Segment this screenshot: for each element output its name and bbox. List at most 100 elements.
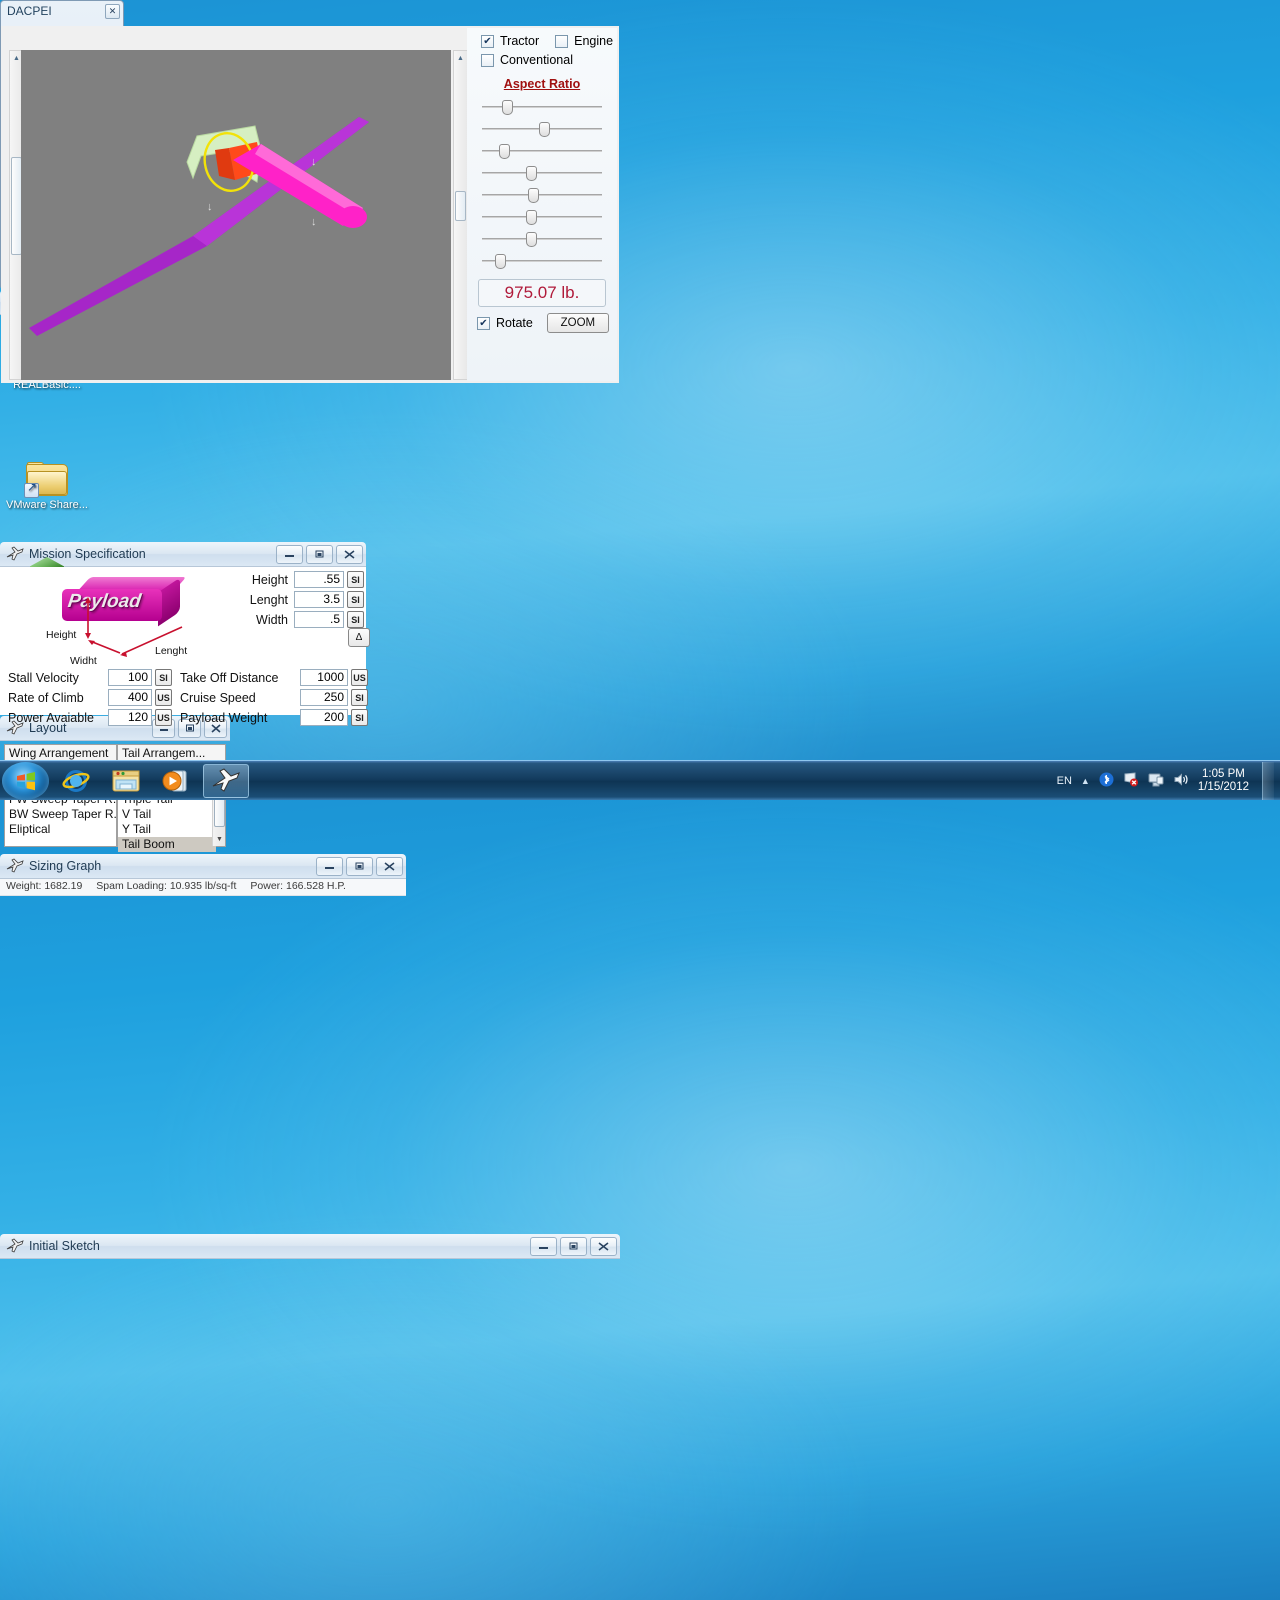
mission-body: Payload Height Widht Lenght Δ Height .55…: [0, 567, 366, 715]
cruise-speed-input[interactable]: 250: [300, 689, 348, 706]
list-item[interactable]: Tail Boom: [118, 837, 216, 852]
clock-time: 1:05 PM: [1198, 768, 1249, 781]
sizing-window-buttons: [316, 857, 403, 876]
maximize-icon[interactable]: [306, 545, 333, 564]
aspect-ratio-label: Aspect Ratio: [467, 77, 617, 91]
aspect-ratio-slider-7[interactable]: [482, 231, 602, 247]
slider-thumb[interactable]: [526, 210, 537, 225]
slider-thumb[interactable]: [539, 122, 550, 137]
dacpei-titlebar[interactable]: DACPEI ✕: [1, 1, 123, 21]
list-item[interactable]: BW Sweep Taper R...: [5, 807, 116, 822]
aspect-ratio-slider-1[interactable]: [482, 99, 602, 115]
sketch-options-panel: ✔ Tractor Engine Conventional Aspect Rat…: [467, 28, 617, 381]
taskbar-internet-explorer-icon[interactable]: [53, 764, 99, 798]
sizing-power-info: Power: 166.528 H.P.: [250, 880, 346, 895]
tray-chevron-up-icon[interactable]: ▲: [1081, 776, 1090, 786]
conventional-checkbox[interactable]: [481, 54, 494, 67]
sketch-right-scrollbar[interactable]: ▲: [453, 50, 468, 380]
slider-track: [482, 194, 602, 196]
slider-thumb[interactable]: [502, 100, 513, 115]
slider-thumb[interactable]: [526, 232, 537, 247]
maximize-icon[interactable]: [346, 857, 373, 876]
stall-velocity-input[interactable]: 100: [108, 669, 152, 686]
aspect-ratio-slider-4[interactable]: [482, 165, 602, 181]
close-icon[interactable]: ✕: [105, 4, 120, 19]
sizing-info-bar: Weight: 1682.19 Spam Loading: 10.935 lb/…: [0, 879, 406, 896]
sizing-titlebar[interactable]: Sizing Graph: [0, 854, 406, 879]
close-icon[interactable]: [376, 857, 403, 876]
mission-window-buttons: [276, 545, 363, 564]
rotate-checkbox[interactable]: ✔: [477, 317, 490, 330]
aspect-ratio-slider-6[interactable]: [482, 209, 602, 225]
height-unit-toggle[interactable]: SI: [347, 571, 364, 588]
show-desktop-button[interactable]: [1262, 762, 1274, 800]
zoom-button[interactable]: ZOOM: [547, 313, 609, 333]
mission-specification-window[interactable]: Mission Specification Payload Height Wid…: [0, 542, 366, 716]
slider-thumb[interactable]: [526, 166, 537, 181]
length-unit-toggle[interactable]: SI: [347, 591, 364, 608]
minimize-icon[interactable]: [530, 1237, 557, 1256]
minimize-icon[interactable]: [316, 857, 343, 876]
start-orb-icon[interactable]: [2, 762, 49, 800]
payload-length-label: Lenght: [155, 645, 187, 657]
desktop-icon-vmware-share[interactable]: VMware Share...: [4, 450, 90, 511]
sizing-title: Sizing Graph: [29, 859, 316, 873]
scroll-down-icon[interactable]: ▼: [213, 833, 226, 846]
slider-thumb[interactable]: [495, 254, 506, 269]
rate-of-climb-unit-toggle[interactable]: US: [155, 689, 172, 706]
dacpei-title: DACPEI: [7, 4, 105, 18]
taskbar: EN ▲ 1:0: [0, 760, 1280, 800]
minimize-icon[interactable]: [276, 545, 303, 564]
height-input[interactable]: .55: [294, 571, 344, 588]
bluetooth-icon[interactable]: [1099, 772, 1114, 790]
width-label: Width: [222, 613, 288, 627]
sizing-graph-window[interactable]: Sizing Graph Weight: 1682.19 Spam Loadin…: [0, 854, 406, 1234]
close-icon[interactable]: [336, 545, 363, 564]
aspect-ratio-slider-2[interactable]: [482, 121, 602, 137]
taskbar-dacpei-app-icon[interactable]: [203, 764, 249, 798]
aspect-ratio-slider-3[interactable]: [482, 143, 602, 159]
cruise-speed-unit-toggle[interactable]: SI: [351, 689, 368, 706]
tractor-checkbox[interactable]: ✔: [481, 35, 494, 48]
takeoff-distance-unit-toggle[interactable]: US: [351, 669, 368, 686]
stall-velocity-unit-toggle[interactable]: SI: [155, 669, 172, 686]
payload-width-label: Widht: [70, 655, 97, 667]
list-item[interactable]: Y Tail: [118, 822, 216, 837]
list-item[interactable]: V Tail: [118, 807, 216, 822]
tray-language[interactable]: EN: [1057, 775, 1072, 787]
power-available-input[interactable]: 120: [108, 709, 152, 726]
power-available-unit-toggle[interactable]: US: [155, 709, 172, 726]
rate-of-climb-input[interactable]: 400: [108, 689, 152, 706]
sketch-3d-viewport[interactable]: ↓ ↓ ↓: [21, 50, 451, 380]
rate-of-climb-label: Rate of Climb: [8, 691, 108, 705]
payload-weight-input[interactable]: 200: [300, 709, 348, 726]
payload-weight-unit-toggle[interactable]: SI: [351, 709, 368, 726]
network-error-icon[interactable]: [1123, 772, 1139, 790]
maximize-icon[interactable]: [560, 1237, 587, 1256]
width-input[interactable]: .5: [294, 611, 344, 628]
volume-icon[interactable]: [1173, 772, 1189, 790]
aspect-ratio-slider-8[interactable]: [482, 253, 602, 269]
length-input[interactable]: 3.5: [294, 591, 344, 608]
rotate-label: Rotate: [496, 316, 533, 330]
engine-checkbox[interactable]: [555, 35, 568, 48]
slider-thumb[interactable]: [528, 188, 539, 203]
taskbar-clock[interactable]: 1:05 PM 1/15/2012: [1198, 768, 1249, 794]
initial-sketch-window[interactable]: Initial Sketch ▲: [0, 1234, 620, 1600]
taskbar-file-explorer-icon[interactable]: [103, 764, 149, 798]
takeoff-distance-input[interactable]: 1000: [300, 669, 348, 686]
scrollbar-thumb[interactable]: [214, 796, 225, 827]
conventional-label: Conventional: [500, 53, 573, 67]
sketch-titlebar[interactable]: Initial Sketch: [0, 1234, 620, 1259]
scrollbar-thumb[interactable]: [455, 191, 466, 221]
slider-track: [482, 238, 602, 240]
slider-thumb[interactable]: [499, 144, 510, 159]
display-icon[interactable]: [1148, 772, 1164, 790]
list-item[interactable]: Eliptical: [5, 822, 116, 837]
aspect-ratio-slider-5[interactable]: [482, 187, 602, 203]
engine-label: Engine: [574, 34, 613, 48]
close-icon[interactable]: [590, 1237, 617, 1256]
taskbar-media-player-icon[interactable]: [153, 764, 199, 798]
width-unit-toggle[interactable]: SI: [347, 611, 364, 628]
scroll-up-icon[interactable]: ▲: [454, 51, 467, 65]
